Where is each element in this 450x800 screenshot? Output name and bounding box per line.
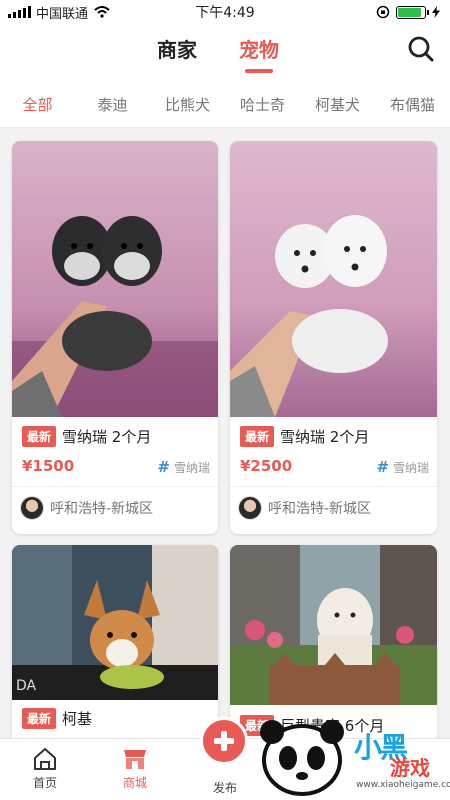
listing-card[interactable]: 最新 雪纳瑞 2个月 ¥1500 # 雪纳瑞 呼和浩特-新城区 bbox=[12, 141, 218, 534]
carrier-label: 中国联通 bbox=[36, 6, 89, 22]
breed-tag[interactable]: # 雪纳瑞 bbox=[157, 458, 210, 476]
status-bar: 中国联通 下午4:49 bbox=[0, 0, 450, 24]
breed-tag-label: 雪纳瑞 bbox=[392, 460, 429, 475]
category-tab-ragdoll[interactable]: 布偶猫 bbox=[375, 94, 450, 115]
search-icon[interactable] bbox=[406, 34, 436, 64]
listing-card[interactable]: 最新 雪纳瑞 2个月 ¥2500 # 雪纳瑞 呼和浩特-新城区 bbox=[230, 141, 437, 534]
breed-tag[interactable]: # 雪纳瑞 bbox=[376, 458, 429, 476]
hash-icon: # bbox=[157, 458, 170, 476]
new-badge: 最新 bbox=[22, 426, 57, 447]
listing-card[interactable]: DA 最新 柯基 bbox=[12, 545, 218, 745]
header: 商家 宠物 bbox=[0, 24, 450, 82]
tab-merchant[interactable]: 商家 bbox=[157, 34, 197, 63]
avatar bbox=[20, 496, 44, 520]
hash-icon: # bbox=[376, 458, 389, 476]
tab-pets[interactable]: 宠物 bbox=[239, 34, 279, 63]
white-schnauzer-puppies-photo bbox=[230, 141, 437, 417]
nav-publish-label: 发布 bbox=[212, 781, 237, 795]
category-tabs: 全部 泰迪 比熊犬 哈士奇 柯基犬 布偶猫 bbox=[0, 82, 450, 128]
listing-card[interactable]: 最新 巨型贵宾 6个月 bbox=[230, 545, 437, 745]
new-badge: 最新 bbox=[240, 426, 275, 447]
active-tab-indicator bbox=[245, 69, 273, 73]
nav-shop-label: 商城 bbox=[122, 776, 147, 790]
orientation-lock-icon bbox=[376, 5, 390, 19]
panda-logo-icon bbox=[260, 720, 344, 796]
breed-tag-label: 雪纳瑞 bbox=[173, 460, 210, 475]
publish-button[interactable] bbox=[200, 717, 248, 765]
nav-home[interactable]: 首页 bbox=[15, 747, 75, 791]
nav-shop[interactable]: 商城 bbox=[105, 747, 165, 791]
shop-icon bbox=[124, 750, 146, 769]
wifi-icon bbox=[94, 6, 110, 18]
category-tab-corgi[interactable]: 柯基犬 bbox=[300, 94, 375, 115]
signal-icon bbox=[8, 6, 31, 18]
watermark-text-2: 游戏 bbox=[390, 756, 430, 780]
listing-price: ¥2500 bbox=[240, 457, 293, 475]
category-tab-teddy[interactable]: 泰迪 bbox=[75, 94, 150, 115]
svg-text:DA: DA bbox=[16, 678, 37, 694]
plus-icon bbox=[214, 731, 234, 751]
listing-title: 柯基 bbox=[62, 710, 93, 728]
schnauzer-puppies-photo bbox=[12, 141, 218, 417]
category-tab-all[interactable]: 全部 bbox=[0, 94, 75, 115]
listing-price: ¥1500 bbox=[22, 457, 75, 475]
seller-info[interactable]: 呼和浩特-新城区 bbox=[20, 496, 153, 520]
corgi-photo: DA bbox=[12, 545, 218, 700]
nav-home-label: 首页 bbox=[32, 776, 57, 790]
new-badge: 最新 bbox=[22, 708, 57, 729]
seller-location: 呼和浩特-新城区 bbox=[268, 501, 372, 517]
home-icon bbox=[34, 748, 56, 770]
avatar bbox=[238, 496, 262, 520]
category-tab-husky[interactable]: 哈士奇 bbox=[225, 94, 300, 115]
poodle-photo bbox=[230, 545, 437, 705]
seller-info[interactable]: 呼和浩特-新城区 bbox=[238, 496, 371, 520]
battery-icon bbox=[396, 5, 429, 19]
clock: 下午4:49 bbox=[195, 5, 255, 21]
divider bbox=[230, 486, 437, 487]
watermark-url: www.xiaoheigame.com bbox=[356, 780, 450, 790]
divider bbox=[12, 486, 218, 487]
category-tab-bichon[interactable]: 比熊犬 bbox=[150, 94, 225, 115]
watermark: 小黑 游戏 www.xiaoheigame.com bbox=[250, 718, 450, 796]
listing-title: 雪纳瑞 2个月 bbox=[62, 428, 152, 446]
charging-icon bbox=[432, 6, 440, 18]
listing-title: 雪纳瑞 2个月 bbox=[280, 428, 370, 446]
seller-location: 呼和浩特-新城区 bbox=[50, 501, 154, 517]
